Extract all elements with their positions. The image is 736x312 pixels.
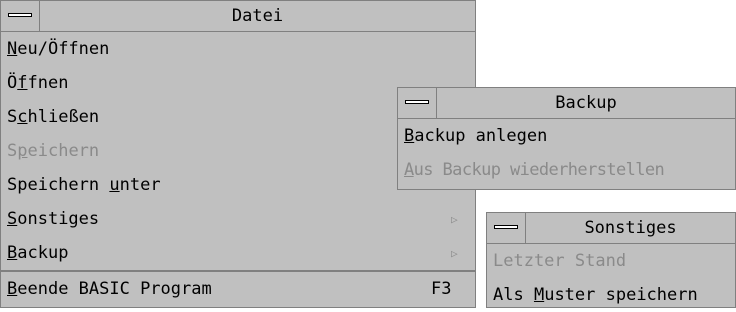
sonstiges-menu-title: Sonstiges bbox=[584, 218, 677, 238]
submenu-arrow-icon: ▷ bbox=[451, 246, 458, 260]
sonstiges-system-menu-button[interactable] bbox=[487, 213, 526, 243]
sonstiges-submenu: Sonstiges Letzter Stand Als Muster speic… bbox=[486, 212, 736, 308]
submenu-arrow-icon: ▷ bbox=[451, 212, 458, 226]
menu-item-backup[interactable]: Backup ▷ bbox=[1, 236, 475, 270]
backup-menu-title: Backup bbox=[555, 93, 617, 113]
menu-item-neu-oeffnen[interactable]: Neu/Öffnen bbox=[1, 32, 475, 66]
sonstiges-menu-titlebar: Sonstiges bbox=[487, 213, 735, 244]
minus-icon bbox=[8, 13, 32, 17]
backup-system-menu-button[interactable] bbox=[398, 88, 437, 118]
backup-menu-titlebar: Backup bbox=[398, 88, 735, 119]
menu-item-letzter-stand: Letzter Stand bbox=[493, 251, 627, 271]
menu-item-als-muster-speichern[interactable]: Als Muster speichern bbox=[487, 278, 735, 312]
menu-item-aus-backup-wiederherstellen: Aus Backup wiederherstellen bbox=[404, 160, 665, 180]
menu-item-beende-basic-program[interactable]: Beende BASIC Program F3 bbox=[1, 272, 475, 306]
datei-menu-title: Datei bbox=[231, 6, 284, 26]
menu-item-backup-anlegen[interactable]: Backup anlegen bbox=[398, 119, 735, 153]
minus-icon bbox=[494, 225, 518, 229]
shortcut-label: F3 bbox=[431, 279, 452, 299]
backup-submenu: Backup Backup anlegen Aus Backup wiederh… bbox=[397, 87, 736, 190]
minus-icon bbox=[405, 100, 429, 104]
menu-item-sonstiges[interactable]: Sonstiges ▷ bbox=[1, 202, 475, 236]
datei-system-menu-button[interactable] bbox=[1, 1, 40, 31]
datei-menu-titlebar: Datei bbox=[1, 1, 475, 32]
